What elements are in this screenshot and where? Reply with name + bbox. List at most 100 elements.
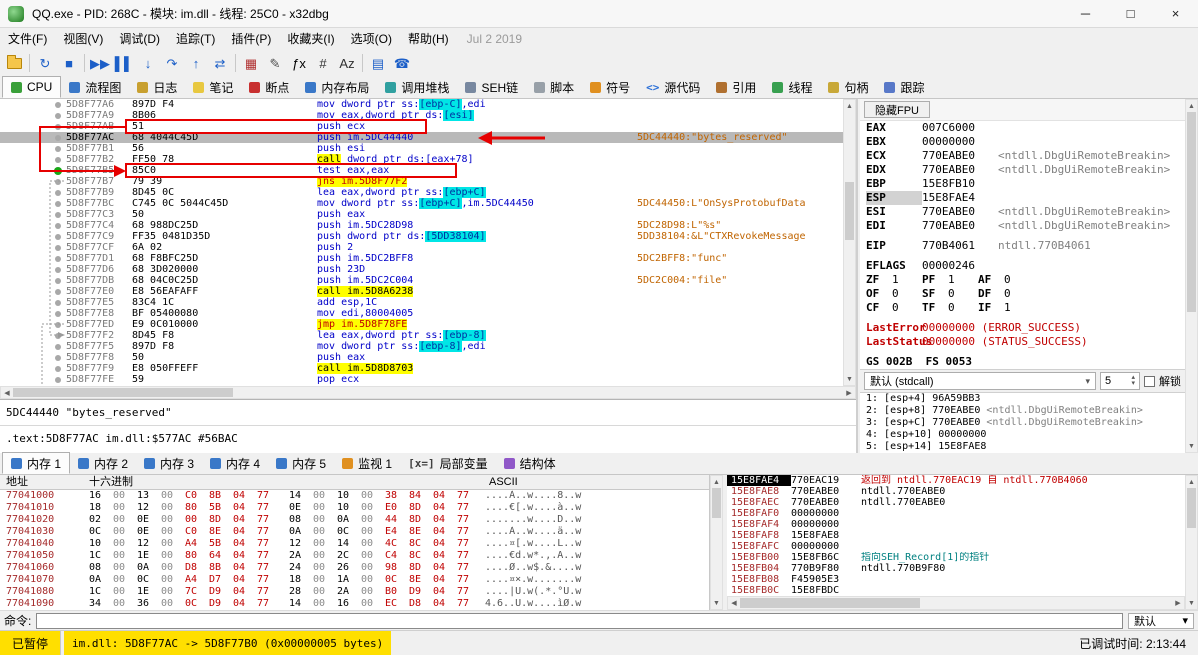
tab-流程图[interactable]: 流程图 [61, 76, 129, 98]
breakpoint-toggle[interactable] [50, 209, 66, 220]
disasm-row[interactable]: 5D8F77A6 897D F4 mov dword ptr ss:[ebp-C],… [0, 99, 843, 110]
flag-value[interactable]: 0 [892, 287, 922, 301]
tab-源代码[interactable]: <> 源代码 [638, 76, 708, 98]
flag-value[interactable]: 0 [892, 301, 922, 315]
tab-断点[interactable]: 断点 [241, 76, 297, 98]
register-value[interactable]: 00000000 [922, 135, 998, 149]
scroll-track[interactable] [740, 597, 1172, 609]
register-value[interactable]: 007C6000 [922, 121, 998, 135]
breakpoint-toggle[interactable] [50, 374, 66, 385]
scroll-down-icon[interactable]: ▼ [844, 373, 855, 385]
disasm-row[interactable]: 5D8F77AB 51 push ecx [0, 121, 843, 132]
stack-row[interactable]: 15E8FAE4 770EAC19 返回到 ntdll.770EAC19 自 ntd… [727, 475, 1185, 486]
tab-线程[interactable]: 线程 [764, 76, 820, 98]
scroll-thumb[interactable] [712, 488, 721, 518]
breakpoint-toggle[interactable] [50, 352, 66, 363]
stack-row[interactable]: 15E8FB04 770B9F80 ntdll.770B9F80 [727, 563, 1185, 574]
disasm-row[interactable]: 5D8F77A9 8B06 mov eax,dword ptr ds:[esi] [0, 110, 843, 121]
argument-row[interactable]: 2: [esp+8] 770EABE0 <ntdll.DbgUiRemoteBr… [860, 405, 1185, 417]
scroll-thumb[interactable] [1187, 488, 1196, 528]
scroll-up-icon[interactable]: ▲ [1186, 100, 1197, 112]
tab-调用堆栈[interactable]: 调用堆栈 [377, 76, 457, 98]
dump-row[interactable]: 77041000 16 00 13 00 C0 8B 04 77 14 00 10 00 38 84 04 77… [0, 490, 709, 502]
dump-row[interactable]: 77041060 08 00 0A 00 D8 8B 04 77 24 00 26 00 98 8D 04 77… [0, 562, 709, 574]
dump-vscrollbar[interactable]: ▲ ▼ [710, 475, 723, 610]
step-over-button[interactable]: ↷ [160, 52, 184, 74]
stack-row[interactable]: 15E8FAFC 00000000 [727, 541, 1185, 552]
register-row[interactable]: EFLAGS 00000246 [860, 259, 1185, 273]
tab-内存 5[interactable]: 内存 5 [268, 452, 334, 474]
scroll-track[interactable] [1186, 112, 1197, 440]
ordinals-button[interactable]: # [311, 52, 335, 74]
breakpoint-toggle[interactable] [50, 165, 66, 176]
disasm-row[interactable]: 5D8F77F2 8D45 F8 lea eax,dword ptr ss:[ebp… [0, 330, 843, 341]
scroll-track[interactable] [1186, 488, 1197, 597]
flag-value[interactable]: 0 [1004, 273, 1034, 287]
registers-vscrollbar[interactable]: ▲ ▼ [1185, 99, 1198, 453]
disasm-row[interactable]: 5D8F77AC 68 4044C45D push im.5DC44440 5DC44… [0, 132, 843, 143]
disasm-hscrollbar[interactable]: ◀ ▶ [0, 386, 856, 399]
breakpoint-toggle[interactable] [50, 143, 66, 154]
argument-row[interactable]: 5: [esp+14] 15E8FAE8 [860, 441, 1185, 453]
scroll-down-icon[interactable]: ▼ [711, 597, 722, 609]
tab-句柄[interactable]: 句柄 [820, 76, 876, 98]
breakpoint-toggle[interactable] [50, 319, 66, 330]
register-value[interactable]: 15E8FB10 [922, 177, 998, 191]
maximize-button[interactable]: □ [1108, 0, 1153, 27]
disasm-row[interactable]: 5D8F77CF 6A 02 push 2 [0, 242, 843, 253]
disasm-row[interactable]: 5D8F77FE 59 pop ecx [0, 374, 843, 385]
tab-脚本[interactable]: 脚本 [526, 76, 582, 98]
breakpoint-toggle[interactable] [50, 220, 66, 231]
flag-value[interactable]: 1 [892, 273, 922, 287]
scroll-right-icon[interactable]: ▶ [1172, 597, 1184, 609]
disasm-row[interactable]: 5D8F77B9 8D45 0C lea eax,dword ptr ss:[ebp… [0, 187, 843, 198]
register-row[interactable]: EIP 770B4061 ntdll.770B4061 [860, 239, 1185, 253]
disasm-row[interactable]: 5D8F77E5 83C4 1C add esp,1C [0, 297, 843, 308]
arg-count-spinner[interactable]: 5 ▴ ▾ [1100, 372, 1140, 390]
disasm-row[interactable]: 5D8F77F5 897D F8 mov dword ptr ss:[ebp-8],… [0, 341, 843, 352]
command-input[interactable] [36, 612, 1123, 629]
scroll-down-icon[interactable]: ▼ [1186, 597, 1197, 609]
breakpoint-toggle[interactable] [50, 308, 66, 319]
dump-row[interactable]: 77041040 10 00 12 00 A4 5B 04 77 12 00 14 00 4C 8C 04 77… [0, 538, 709, 550]
scroll-right-icon[interactable]: ▶ [843, 387, 855, 398]
close-button[interactable]: × [1153, 0, 1198, 27]
call-phone-button[interactable]: ☎ [390, 52, 414, 74]
run-to-user-code-button[interactable]: ⇄ [208, 52, 232, 74]
disasm-row[interactable]: 5D8F77B7 79 39 jns im.5D8F77F2 [0, 176, 843, 187]
disasm-row[interactable]: 5D8F77ED E9 0C010000 jmp im.5D8F78FE [0, 319, 843, 330]
register-value[interactable]: 770EABE0 [922, 205, 998, 219]
argument-row[interactable]: 4: [esp+10] 00000000 [860, 429, 1185, 441]
scroll-thumb[interactable] [740, 598, 920, 608]
dump-row[interactable]: 77041030 0C 00 0E 00 C0 8E 04 77 0A 00 0C 00 E4 8E 04 77… [0, 526, 709, 538]
functions-button[interactable]: ƒx [287, 52, 311, 74]
tab-局部变量[interactable]: [x=] 局部变量 [400, 452, 496, 474]
tab-CPU[interactable]: CPU [2, 76, 62, 98]
stack-row[interactable]: 15E8FAF8 15E8FAE8 [727, 530, 1185, 541]
stack-row[interactable]: 15E8FB08 F45905E3 [727, 574, 1185, 585]
flag-value[interactable]: 0 [1004, 287, 1034, 301]
disasm-row[interactable]: 5D8F77D1 68 F8BFC25D push im.5DC2BFF8 5DC2B… [0, 253, 843, 264]
breakpoint-toggle[interactable] [50, 242, 66, 253]
scroll-track[interactable] [711, 488, 722, 597]
scroll-left-icon[interactable]: ◀ [1, 387, 13, 398]
register-value[interactable]: 770EABE0 [922, 149, 998, 163]
stop-button[interactable]: ■ [57, 52, 81, 74]
register-row[interactable]: ECX 770EABE0 <ntdll.DbgUiRemoteBreakin> [860, 149, 1185, 163]
stack-row[interactable]: 15E8FAE8 770EABE0 ntdll.770EABE0 [727, 486, 1185, 497]
breakpoint-toggle[interactable] [50, 176, 66, 187]
register-row[interactable]: EBP 15E8FB10 [860, 177, 1185, 191]
breakpoint-toggle[interactable] [50, 99, 66, 110]
flag-value[interactable]: 0 [948, 287, 978, 301]
register-row[interactable]: EDX 770EABE0 <ntdll.DbgUiRemoteBreakin> [860, 163, 1185, 177]
disasm-row[interactable]: 5D8F77C4 68 988DC25D push im.5DC28D98 5DC28… [0, 220, 843, 231]
breakpoint-toggle[interactable] [50, 341, 66, 352]
scroll-thumb[interactable] [13, 388, 233, 397]
breakpoint-toggle[interactable] [50, 121, 66, 132]
hide-fpu-button[interactable]: 隐藏FPU [864, 101, 930, 118]
calling-convention-select[interactable]: 默认 (stdcall) ▾ [864, 372, 1096, 390]
restart-button[interactable]: ↻ [33, 52, 57, 74]
disasm-row[interactable]: 5D8F77F9 E8 050FFEFF call im.5D8D8703 [0, 363, 843, 374]
scroll-track[interactable] [844, 112, 855, 373]
breakpoint-toggle[interactable] [50, 154, 66, 165]
